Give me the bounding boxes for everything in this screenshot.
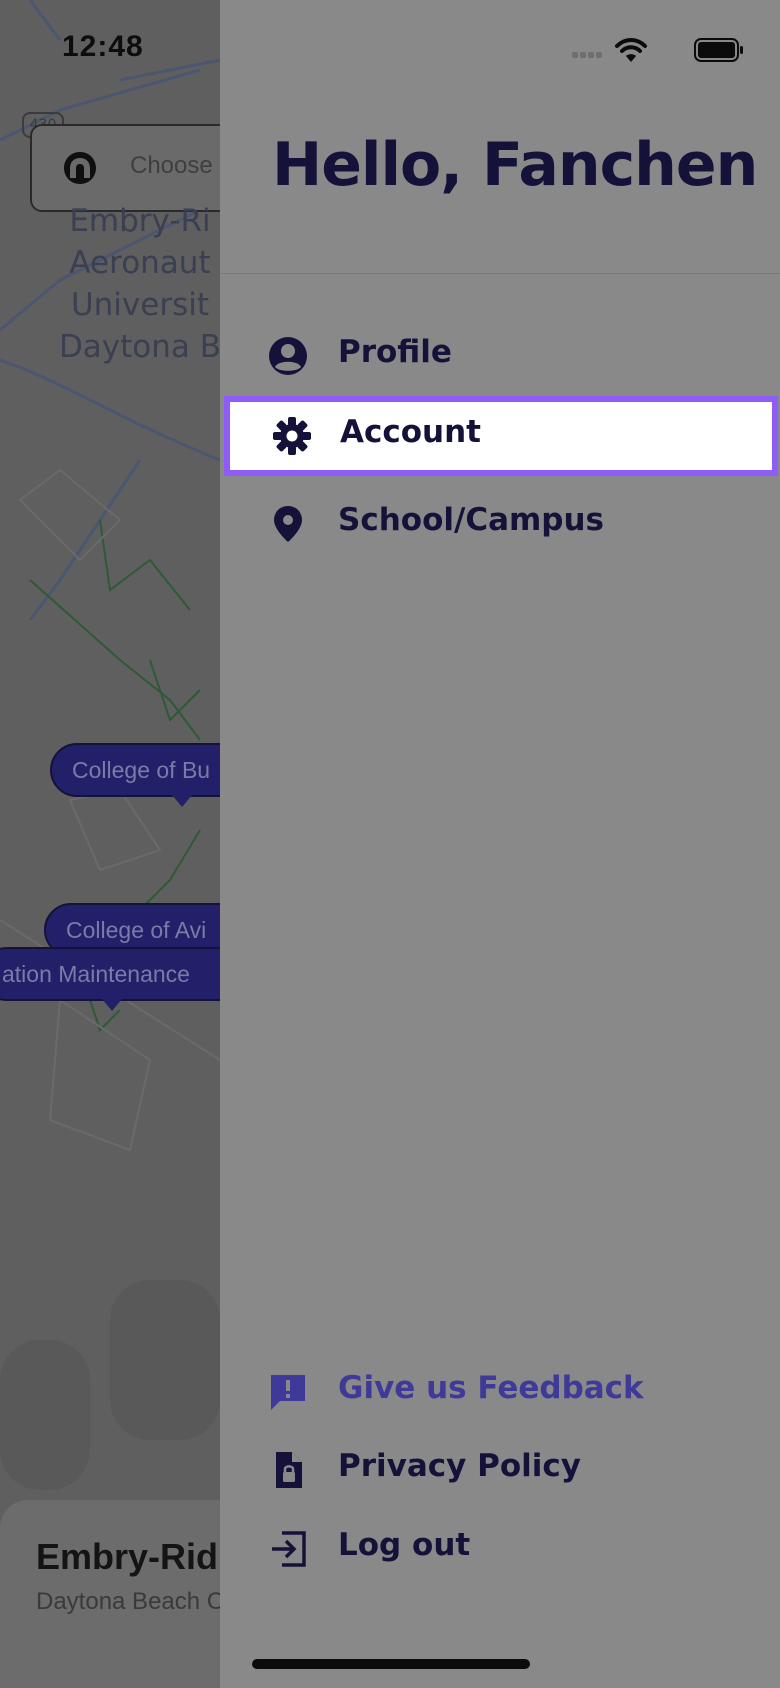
menu-item-label: Profile — [338, 334, 452, 370]
menu-item-profile[interactable]: Profile — [220, 316, 780, 396]
menu-item-label: Privacy Policy — [338, 1448, 581, 1484]
drawer-header: Hello, Fanchen — [220, 0, 780, 274]
home-indicator — [252, 1659, 530, 1669]
menu-item-label: Account — [340, 414, 481, 450]
menu-item-log-out[interactable]: Log out — [220, 1509, 780, 1589]
user-circle-icon — [269, 337, 307, 375]
app-logo-icon — [64, 152, 96, 184]
search-placeholder: Choose a — [130, 152, 233, 179]
feedback-icon — [271, 1375, 305, 1410]
menu-item-label: School/Campus — [338, 502, 604, 538]
menu-item-privacy-policy[interactable]: Privacy Policy — [220, 1430, 780, 1510]
navigation-drawer: Hello, Fanchen Profile Account School/Ca… — [220, 0, 780, 1688]
menu-item-label: Log out — [338, 1527, 471, 1563]
greeting-title: Hello, Fanchen — [272, 130, 758, 200]
lock-document-icon — [276, 1452, 302, 1488]
menu-item-feedback[interactable]: Give us Feedback — [220, 1352, 780, 1432]
status-time: 12:48 — [62, 30, 144, 63]
gear-icon — [273, 417, 311, 455]
menu-item-account[interactable]: Account — [224, 396, 778, 476]
logout-icon — [272, 1531, 306, 1567]
menu-item-school-campus[interactable]: School/Campus — [220, 484, 780, 564]
map-pin-icon — [274, 506, 302, 542]
menu-item-label: Give us Feedback — [338, 1370, 644, 1406]
location-card-title: Embry-Rid — [36, 1536, 219, 1577]
location-card-subtitle: Daytona Beach C — [36, 1588, 225, 1615]
